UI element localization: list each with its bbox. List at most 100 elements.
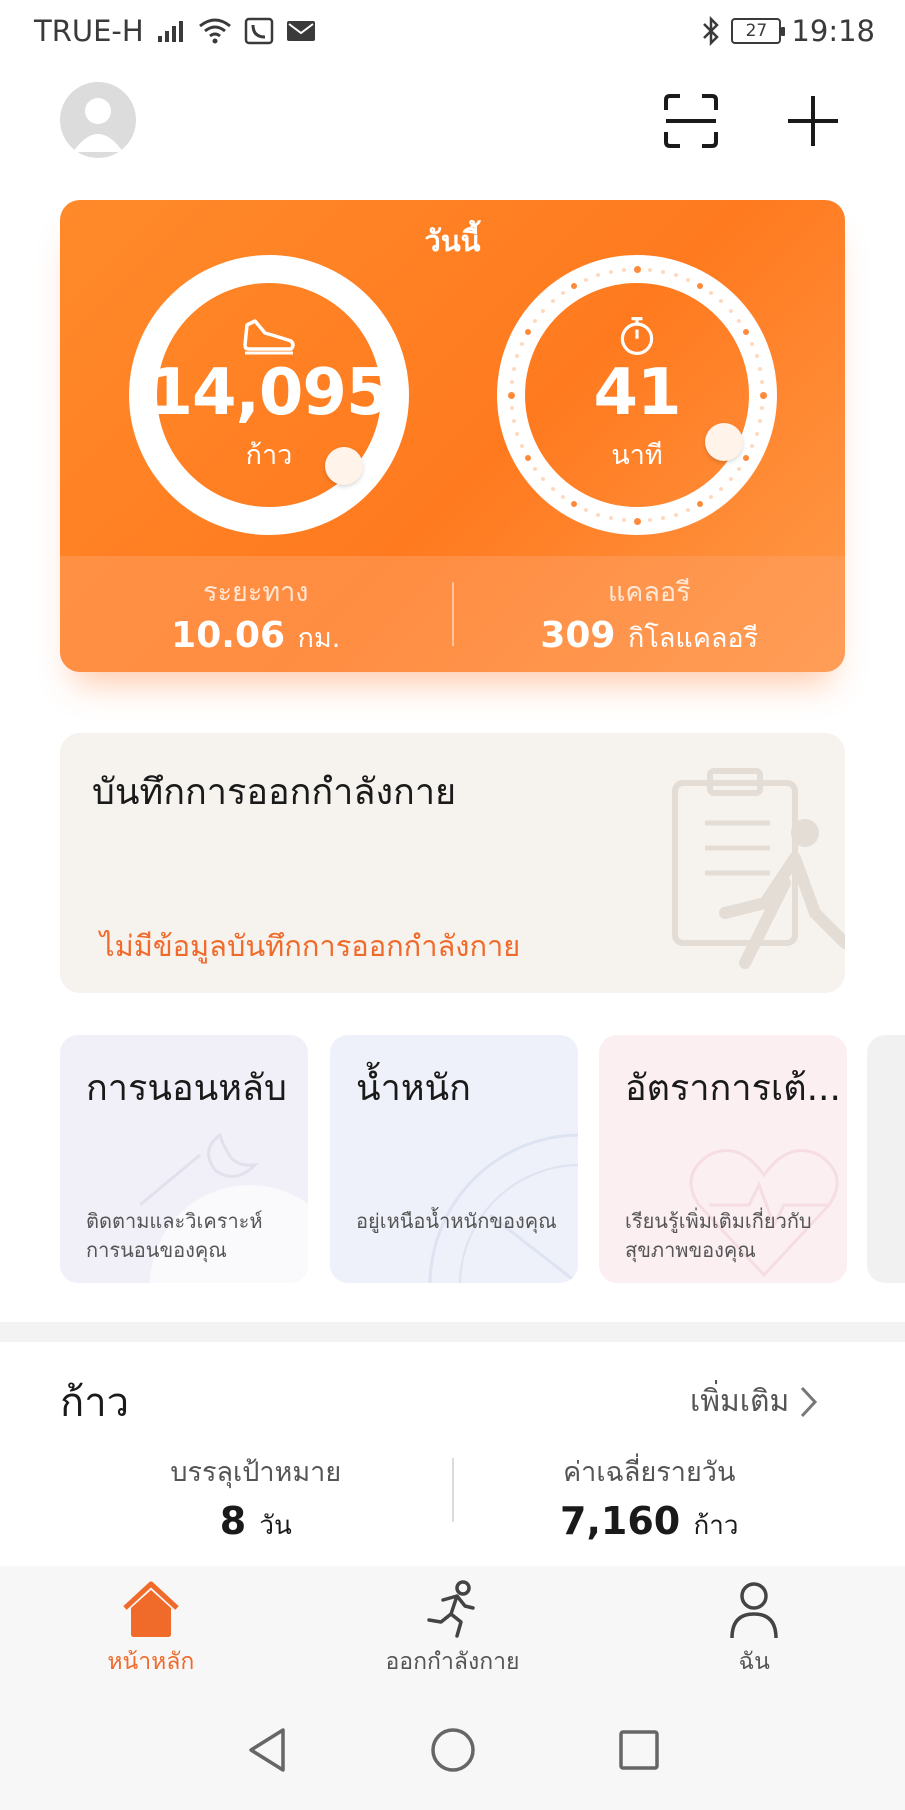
minutes-ring-knob [705,423,743,461]
minutes-ring-tick [550,486,555,491]
minutes-ring-tick [758,419,763,424]
today-summary-card[interactable]: วันนี้ 14,095 ก้าว 41 นาที ระยะทาง 10.06… [60,200,845,672]
minutes-ring-tick [509,379,514,384]
minutes-ring-tick [560,291,565,296]
nav-me[interactable]: ฉัน [603,1566,905,1690]
status-bar: TRUE-H 27 19:18 [0,0,905,62]
nav-exercise-label: ออกกำลังกาย [385,1649,520,1675]
bluetooth-icon [703,16,720,46]
more-card-peek[interactable] [867,1035,905,1283]
minutes-ring-tick [519,341,524,346]
weight-card-title: น้ำหนัก [356,1068,471,1109]
minutes-ring-tick [560,494,565,499]
minutes-ring-tick [661,516,666,521]
minutes-ring-tick [673,273,678,278]
minutes-ring-tick [728,477,733,482]
goal-value: 8 [219,1499,247,1543]
sleep-card-title: การนอนหลับ [86,1068,287,1109]
minutes-ring-tick [736,318,741,323]
add-button[interactable] [784,92,842,150]
minutes-ring-content: 41 นาที [525,283,749,507]
back-triangle-icon[interactable] [239,1722,295,1778]
minutes-ring-tick [661,269,666,274]
minutes-ring-tick [750,341,755,346]
scan-button[interactable] [662,92,720,150]
goal-label: บรรลุเป้าหมาย [170,1457,342,1488]
mail-icon [286,21,315,41]
recents-square-icon[interactable] [611,1722,667,1778]
goal-stat: บรรลุเป้าหมาย 8 วัน [60,1450,452,1543]
health-app-screen: TRUE-H 27 19:18 วันนี้ 14,095 ก้าว 41 นา… [0,0,905,1810]
heart-rate-card[interactable]: อัตราการเต้... เรียนรู้เพิ่มเติมเกี่ยวกั… [599,1035,847,1283]
calories-value-wrap: 309 กิโลแคลอรี [540,615,758,659]
weight-card-description: อยู่เหนือน้ำหนักของคุณ [356,1209,557,1233]
minutes-ring-tick [633,517,641,525]
exercise-record-empty-text: ไม่มีข้อมูลบันทึกการออกกำลังกาย [100,929,521,963]
nav-exercise[interactable]: ออกกำลังกาย [302,1566,604,1690]
scan-icon [664,94,718,148]
minutes-ring-tick [633,265,641,273]
minutes-ring-tick [519,444,524,449]
minutes-ring-tick [515,354,520,359]
shoe-icon [243,318,295,354]
minutes-ring-tick [524,329,531,335]
avatar[interactable] [60,82,136,158]
scale-icon [428,1133,578,1283]
wifi-icon [198,18,231,44]
calories-unit: กิโลแคลอรี [628,622,759,654]
sleep-card-description: ติดตามและวิเคราะห์การนอนของคุณ [86,1209,263,1262]
minutes-ring-tick [728,308,733,313]
steps-value: 14,095 [148,355,391,430]
calories-label: แคลอรี [607,576,691,608]
minutes-ring-tick [621,518,626,523]
minutes-ring: 41 นาที [497,255,777,535]
distance-unit: กม. [297,622,341,654]
nav-home-label: หน้าหลัก [107,1649,195,1675]
bottom-navigation: หน้าหลัก ออกกำลังกาย ฉัน [0,1566,905,1690]
call-icon [244,17,273,45]
minutes-ring-tick [697,282,703,289]
goal-value-wrap: 8 วัน [220,1499,292,1546]
minutes-ring-tick [533,318,538,323]
minutes-ring-tick [648,267,653,272]
status-right: 27 19:18 [701,14,875,48]
chevron-right-icon [801,1386,818,1417]
minutes-ring-tick [507,391,515,399]
system-navigation-bar [0,1690,905,1810]
minutes-ring-tick [686,508,691,513]
status-left: TRUE-H [34,14,316,48]
minutes-ring-tick [608,269,613,274]
minutes-ring-tick [515,431,520,436]
minutes-ring-tick [608,516,613,521]
sleep-card[interactable]: การนอนหลับ ติดตามและวิเคราะห์การนอนของคุ… [60,1035,308,1283]
steps-section-title: ก้าว [60,1380,130,1426]
clock: 19:18 [791,14,875,48]
section-divider [0,1322,905,1342]
minutes-ring-tick [571,282,577,289]
home-circle-icon[interactable] [425,1722,481,1778]
weight-card[interactable]: น้ำหนัก อยู่เหนือน้ำหนักของคุณ [330,1035,578,1283]
avatar-person-icon [73,98,123,152]
minutes-ring-tick [759,391,767,399]
clipboard-runner-icon [672,768,845,969]
minutes-ring-tick [509,406,514,411]
home-icon [123,1581,179,1637]
goal-unit: วัน [259,1511,292,1541]
distance-label: ระยะทาง [203,576,309,608]
minutes-ring-tick [673,512,678,517]
steps-unit: ก้าว [245,439,293,471]
minutes-ring-tick [583,277,588,282]
minutes-ring-tick [750,444,755,449]
distance-stat: ระยะทาง 10.06 กม. [60,556,452,672]
exercise-record-card[interactable]: บันทึกการออกกำลังกาย ไม่มีข้อมูลบันทึกกา… [60,733,845,993]
signal-icon [157,21,183,42]
minutes-ring-tick [511,366,516,371]
steps-more-button[interactable]: เพิ่มเติม [690,1378,819,1425]
minutes-ring-tick [621,267,626,272]
average-stat: ค่าเฉลี่ยรายวัน 7,160 ก้าว [454,1450,846,1543]
steps-ring: 14,095 ก้าว [129,255,409,535]
minutes-ring-tick [648,518,653,523]
minutes-ring-tick [754,431,759,436]
nav-home[interactable]: หน้าหลัก [0,1566,302,1690]
battery-level: 27 [745,21,768,41]
